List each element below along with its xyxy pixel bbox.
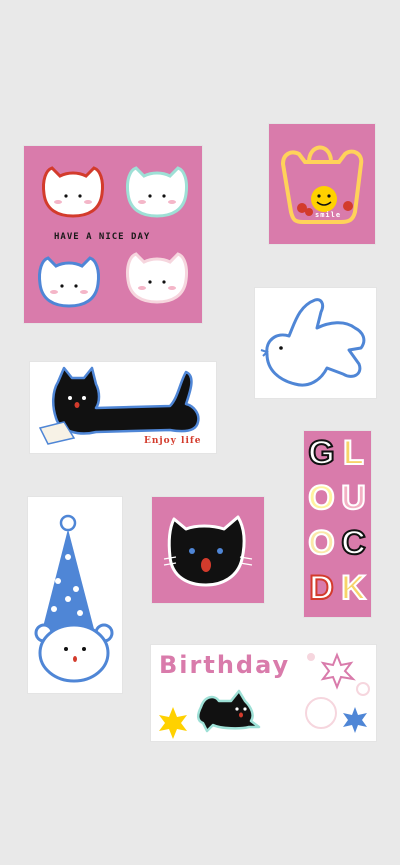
letter-d: D (308, 568, 335, 608)
party-hat-bear-drawing (34, 514, 114, 683)
good-luck-letters: G L O U O C D K (306, 433, 369, 613)
sticker-have-a-nice-day: HAVE A NICE DAY (24, 146, 202, 323)
letter-u: U (340, 478, 367, 518)
smile-caption: smile (315, 211, 342, 219)
letter-l: L (342, 433, 365, 473)
enjoy-life-caption: Enjoy life (144, 436, 202, 446)
nice-day-caption: HAVE A NICE DAY (54, 232, 151, 242)
smile-bag-drawing (280, 145, 364, 224)
letter-k: K (340, 568, 367, 608)
sticker-blue-bird (255, 288, 376, 398)
letter-o1: O (307, 478, 335, 518)
letter-o2: O (307, 523, 335, 563)
letter-c: C (340, 523, 367, 563)
black-cat-face-icon (163, 515, 253, 587)
sticker-enjoy-life: Enjoy life (30, 362, 216, 453)
sticker-black-cat-face (152, 497, 264, 603)
letter-g: G (307, 433, 335, 473)
sticker-birthday: Birthday (151, 645, 376, 741)
sticker-party-bear (28, 497, 122, 693)
birthday-caption: Birthday (159, 651, 291, 679)
bird-icon (260, 298, 366, 387)
sticker-good-luck: G L O U O C D K (304, 431, 371, 617)
sticker-smile-bag: smile (269, 124, 375, 244)
